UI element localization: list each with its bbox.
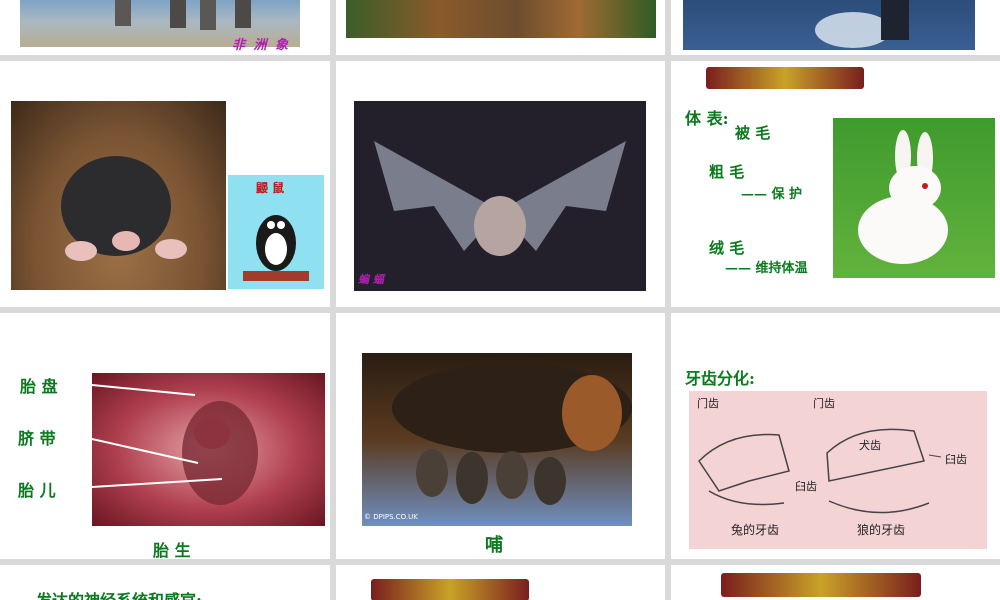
wolf-incisor-label: 门齿	[813, 397, 835, 410]
whale-splash-shape	[815, 0, 909, 48]
wolf-teeth-caption: 狼的牙齿	[857, 523, 906, 537]
slide-monkeys[interactable]	[336, 0, 665, 55]
nursing-caption: 哺	[485, 535, 503, 556]
slide-header-banner	[371, 579, 529, 600]
fur-label: 被 毛	[735, 124, 771, 142]
rabbit-photo	[833, 118, 995, 278]
rabbit-shape	[858, 130, 948, 264]
coarse-hair-label: 粗 毛	[709, 163, 745, 181]
elephant-caption: 非 洲 象	[232, 38, 291, 53]
slide-header-banner	[721, 573, 921, 597]
slide-header-banner	[706, 67, 864, 89]
slide-nervous-system[interactable]: 发达的神经系统和感官:	[0, 565, 330, 600]
dog-and-puppies-shape	[392, 363, 632, 505]
protect-label: —— 保 护	[741, 187, 803, 202]
rabbit-teeth-caption: 兔的牙齿	[731, 523, 780, 537]
pointer-lines	[91, 384, 223, 488]
wolf-canine-label: 犬齿	[859, 439, 881, 452]
mole-photo	[11, 101, 226, 290]
teeth-title: 牙齿分化:	[685, 369, 755, 388]
photo-watermark: © DPIPS.CO.UK	[364, 513, 418, 521]
body-surface-label: 体 表:	[685, 109, 729, 128]
mole-cartoon-label: 鼹 鼠	[256, 181, 285, 195]
teeth-diagram: 门齿 臼齿 门齿 犬齿 臼齿 兔的牙齿 狼的牙齿	[689, 391, 987, 549]
slide-mole[interactable]: 鼹 鼠	[0, 61, 330, 307]
fine-hair-label: 绒 毛	[709, 239, 745, 257]
rabbit-molar-label: 臼齿	[795, 480, 817, 493]
bat-shape	[374, 141, 626, 256]
monkeys-photo	[346, 0, 656, 38]
bat-caption: 蝙 蝠	[358, 273, 384, 286]
slide-banner-2[interactable]	[336, 565, 665, 600]
slide-elephant[interactable]: 非 洲 象	[0, 0, 330, 55]
nervous-system-text: 发达的神经系统和感官:	[36, 587, 202, 600]
slide-rabbit-fur[interactable]: 体 表: 被 毛 粗 毛 —— 保 护 绒 毛 —— 维持体温	[671, 61, 1000, 307]
rabbit-incisor-label: 门齿	[697, 397, 719, 410]
nursing-dog-photo: © DPIPS.CO.UK	[362, 353, 632, 526]
viviparity-caption: 胎 生	[153, 541, 191, 559]
slide-banner-3[interactable]	[671, 565, 1000, 600]
slide-bat[interactable]: 蝙 蝠	[336, 61, 665, 307]
slide-nursing[interactable]: © DPIPS.CO.UK 哺	[336, 313, 665, 559]
whale-photo	[683, 0, 975, 50]
mole-cartoon: 鼹 鼠	[228, 175, 324, 289]
slide-whale[interactable]	[671, 0, 1000, 55]
bat-photo: 蝙 蝠	[354, 101, 646, 291]
slide-placenta[interactable]: 胎 盘 脐 带 胎 儿 胎 生	[0, 313, 330, 559]
warmth-label: —— 维持体温	[725, 261, 808, 276]
mole-body-shape	[61, 156, 187, 261]
slide-teeth[interactable]: 牙齿分化: 门齿 臼齿 门齿 犬齿 臼齿 兔的牙齿 狼的牙齿	[671, 313, 1000, 559]
wolf-molar-label: 臼齿	[945, 453, 967, 466]
